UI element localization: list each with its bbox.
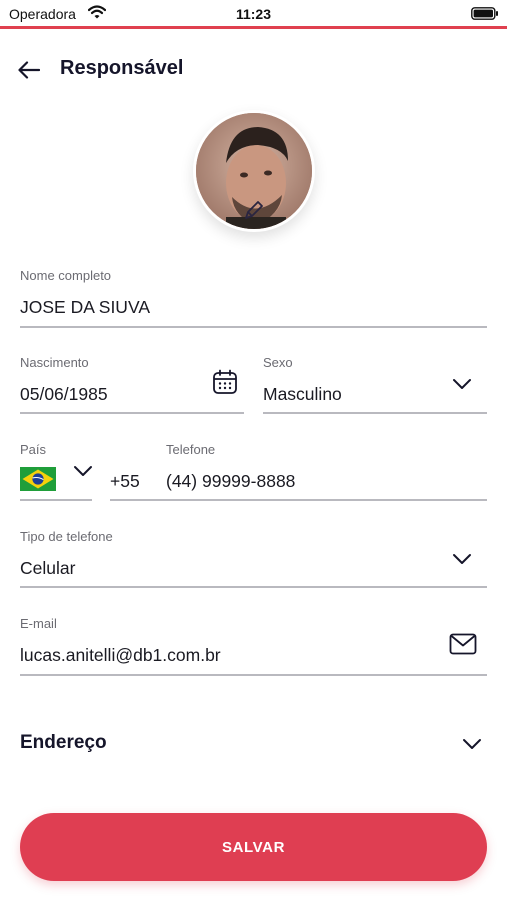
save-button[interactable]: SALVAR bbox=[20, 813, 487, 881]
phone-type-label: Tipo de telefone bbox=[20, 529, 113, 544]
calendar-icon[interactable] bbox=[212, 369, 238, 395]
status-time: 11:23 bbox=[235, 6, 272, 22]
profile-avatar[interactable] bbox=[193, 110, 315, 232]
back-button[interactable] bbox=[15, 56, 43, 84]
email-underline bbox=[20, 674, 487, 676]
phone-input[interactable]: (44) 99999-8888 bbox=[166, 471, 295, 492]
chevron-down-icon[interactable] bbox=[73, 464, 93, 478]
email-input[interactable]: lucas.anitelli@db1.com.br bbox=[20, 645, 221, 666]
sex-label: Sexo bbox=[263, 355, 293, 370]
status-bar: Operadora 11:23 bbox=[0, 0, 507, 28]
phone-underline bbox=[110, 499, 487, 501]
full-name-input[interactable]: JOSE DA SIUVA bbox=[20, 297, 150, 318]
accent-line bbox=[0, 26, 507, 29]
birth-date-underline bbox=[20, 412, 244, 414]
brazil-flag-icon[interactable] bbox=[20, 467, 56, 491]
birth-date-input[interactable]: 05/06/1985 bbox=[20, 384, 108, 405]
sex-select[interactable]: Masculino bbox=[263, 384, 342, 405]
address-section-title[interactable]: Endereço bbox=[20, 732, 107, 754]
battery-icon bbox=[471, 7, 498, 20]
full-name-label: Nome completo bbox=[20, 268, 112, 283]
email-label: E-mail bbox=[20, 616, 57, 631]
phone-label: Telefone bbox=[166, 442, 216, 457]
sex-underline bbox=[263, 412, 487, 414]
dial-code: +55 bbox=[110, 471, 140, 491]
phone-type-select[interactable]: Celular bbox=[20, 558, 75, 579]
pencil-icon[interactable] bbox=[240, 198, 266, 224]
arrow-left-icon bbox=[18, 61, 40, 79]
chevron-down-icon[interactable] bbox=[462, 737, 482, 751]
full-name-underline bbox=[20, 326, 487, 328]
page-title: Responsável bbox=[60, 57, 184, 79]
chevron-down-icon[interactable] bbox=[452, 552, 472, 566]
country-label: País bbox=[20, 442, 47, 457]
country-underline bbox=[20, 499, 92, 501]
mail-icon[interactable] bbox=[449, 633, 477, 655]
phone-type-underline bbox=[20, 586, 487, 588]
birth-date-label: Nascimento bbox=[20, 355, 89, 370]
chevron-down-icon[interactable] bbox=[452, 377, 472, 391]
